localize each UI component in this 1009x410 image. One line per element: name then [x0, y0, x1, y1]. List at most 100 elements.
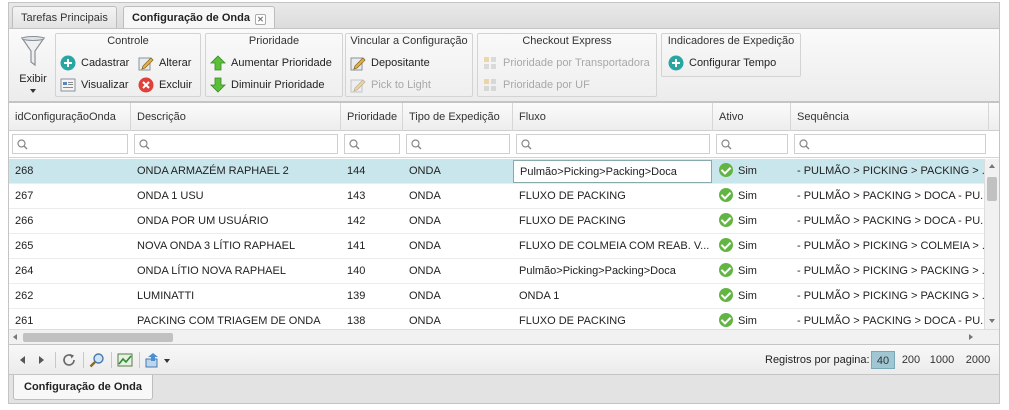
- cell-id: 261: [15, 315, 34, 327]
- table-row[interactable]: 268 ONDA ARMAZÉM RAPHAEL 2 144 ONDA Pulm…: [9, 159, 984, 184]
- app-window: Tarefas Principais Configuração de Onda ✕…: [8, 2, 1000, 404]
- scroll-up-icon[interactable]: [989, 164, 995, 168]
- zoom-icon: [89, 353, 104, 368]
- column-header-fluxo[interactable]: Fluxo: [513, 103, 713, 131]
- add-icon: [668, 55, 684, 71]
- cell-id: 264: [15, 265, 34, 277]
- column-header-sequencia[interactable]: Sequência: [791, 103, 989, 131]
- filter-input-sequencia[interactable]: [794, 134, 986, 154]
- table-row[interactable]: 261 PACKING COM TRIAGEM DE ONDA 138 ONDA…: [9, 309, 984, 329]
- column-header-prioridade[interactable]: Prioridade: [341, 103, 403, 131]
- tab-tarefas-principais[interactable]: Tarefas Principais: [12, 6, 117, 29]
- horizontal-scrollbar[interactable]: [9, 329, 999, 344]
- cell-id: 265: [15, 240, 34, 252]
- table-row[interactable]: 265 NOVA ONDA 3 LÍTIO RAPHAEL 141 ONDA F…: [9, 234, 984, 259]
- chart-image-icon: [117, 353, 133, 367]
- table-row[interactable]: 267 ONDA 1 USU 143 ONDA FLUXO DE PACKING…: [9, 184, 984, 209]
- filter-input-ativo[interactable]: [716, 134, 788, 154]
- cell-descricao: ONDA 1 USU: [137, 190, 204, 202]
- cell-fluxo: FLUXO DE PACKING: [519, 215, 626, 227]
- prioridade-uf-button[interactable]: Prioridade por UF: [482, 76, 654, 94]
- chart-button[interactable]: [117, 351, 133, 369]
- scroll-left-icon[interactable]: [13, 334, 17, 340]
- edit-icon: [350, 57, 366, 71]
- page-size-label: Registros por pagina:: [765, 354, 870, 366]
- configurar-tempo-button[interactable]: Configurar Tempo: [668, 54, 796, 72]
- excluir-button[interactable]: Excluir: [138, 76, 198, 94]
- check-icon: [719, 263, 733, 277]
- exibir-button[interactable]: Exibir: [13, 33, 53, 97]
- next-page-button[interactable]: [33, 351, 49, 369]
- column-header-descricao[interactable]: Descrição: [131, 103, 341, 131]
- cell-tipo: ONDA: [409, 240, 441, 252]
- cell-tipo: ONDA: [409, 215, 441, 227]
- scroll-thumb[interactable]: [23, 333, 173, 342]
- tab-configuracao-de-onda[interactable]: Configuração de Onda ✕: [123, 6, 275, 30]
- scroll-right-icon[interactable]: [969, 334, 973, 340]
- chevron-right-icon: [39, 356, 44, 364]
- prioridade-transportadora-button[interactable]: Prioridade por Transportadora: [482, 54, 654, 72]
- bottom-tab-configuracao-de-onda[interactable]: Configuração de Onda: [13, 375, 153, 400]
- refresh-button[interactable]: [61, 351, 77, 369]
- group-title: Checkout Express: [522, 35, 612, 47]
- group-title: Vincular a Configuração: [350, 35, 468, 47]
- table-row[interactable]: 262 LUMINATTI 139 ONDA ONDA 1 Sim - PULM…: [9, 284, 984, 309]
- cell-sequencia: - PULMÃO > PICKING > PACKING > ...: [797, 165, 984, 177]
- filter-input-descricao[interactable]: [134, 134, 338, 154]
- filter-input-fluxo[interactable]: [516, 134, 710, 154]
- diminuir-prioridade-button[interactable]: Diminuir Prioridade: [210, 76, 340, 94]
- page-size-option[interactable]: 2000: [963, 351, 993, 369]
- group-indicadores-expedicao: Indicadores de Expedição Configurar Temp…: [661, 33, 801, 77]
- group-title: Prioridade: [248, 35, 300, 47]
- search-records-button[interactable]: [89, 351, 105, 369]
- filter-row: [9, 131, 999, 158]
- top-tab-bar: Tarefas Principais Configuração de Onda ✕: [8, 2, 1000, 30]
- view-list-icon: [60, 78, 76, 92]
- filter-input-prioridade[interactable]: [344, 134, 400, 154]
- pick-to-light-button[interactable]: Pick to Light: [350, 76, 468, 94]
- search-icon: [721, 139, 732, 150]
- check-icon: [719, 288, 733, 302]
- scroll-thumb[interactable]: [987, 177, 997, 201]
- filter-input-tipo-expedicao[interactable]: [406, 134, 510, 154]
- page-size-option[interactable]: 200: [899, 351, 923, 369]
- data-grid: idConfiguraçãoOnda Descrição Prioridade …: [8, 102, 1000, 345]
- vertical-scrollbar[interactable]: [984, 159, 999, 329]
- tab-label: Tarefas Principais: [21, 12, 108, 24]
- cell-id: 262: [15, 290, 34, 302]
- cell-prioridade: 142: [347, 215, 366, 227]
- separator: [83, 352, 84, 368]
- aumentar-prioridade-button[interactable]: Aumentar Prioridade: [210, 54, 340, 72]
- previous-page-button[interactable]: [15, 351, 31, 369]
- page-size-option[interactable]: 1000: [927, 351, 957, 369]
- cell-ativo: Sim: [713, 259, 791, 284]
- cell-prioridade: 143: [347, 190, 366, 202]
- tab-label: Configuração de Onda: [132, 12, 250, 24]
- column-header-ativo[interactable]: Ativo: [713, 103, 791, 131]
- edit-icon: [138, 57, 154, 71]
- check-icon: [719, 238, 733, 252]
- cell-tipo: ONDA: [409, 265, 441, 277]
- exibir-label: Exibir: [19, 73, 47, 85]
- cell-sequencia: - PULMÃO > PICKING > COLMEIA > ...: [797, 240, 984, 252]
- table-row[interactable]: 266 ONDA POR UM USUÁRIO 142 ONDA FLUXO D…: [9, 209, 984, 234]
- table-row[interactable]: 264 ONDA LÍTIO NOVA RAPHAEL 140 ONDA Pul…: [9, 259, 984, 284]
- column-header-tipo-expedicao[interactable]: Tipo de Expedição: [403, 103, 513, 131]
- column-header-id[interactable]: idConfiguraçãoOnda: [9, 103, 131, 131]
- cell-ativo: Sim: [713, 159, 791, 184]
- grid-body: 268 ONDA ARMAZÉM RAPHAEL 2 144 ONDA Pulm…: [9, 159, 984, 329]
- cadastrar-button[interactable]: Cadastrar: [60, 54, 134, 72]
- export-menu-button[interactable]: [145, 351, 171, 369]
- cell-descricao: NOVA ONDA 3 LÍTIO RAPHAEL: [137, 240, 296, 252]
- check-icon: [719, 313, 733, 327]
- alterar-button[interactable]: Alterar: [138, 54, 198, 72]
- cell-fluxo[interactable]: Pulmão>Picking>Packing>Doca: [513, 160, 712, 183]
- visualizar-button[interactable]: Visualizar: [60, 76, 136, 94]
- depositante-button[interactable]: Depositante: [350, 54, 468, 72]
- export-icon: [145, 353, 158, 368]
- group-title: Controle: [107, 35, 149, 47]
- close-icon[interactable]: ✕: [254, 14, 266, 25]
- page-size-option-active[interactable]: 40: [871, 351, 895, 369]
- scroll-down-icon[interactable]: [989, 319, 995, 323]
- filter-input-id[interactable]: [12, 134, 128, 154]
